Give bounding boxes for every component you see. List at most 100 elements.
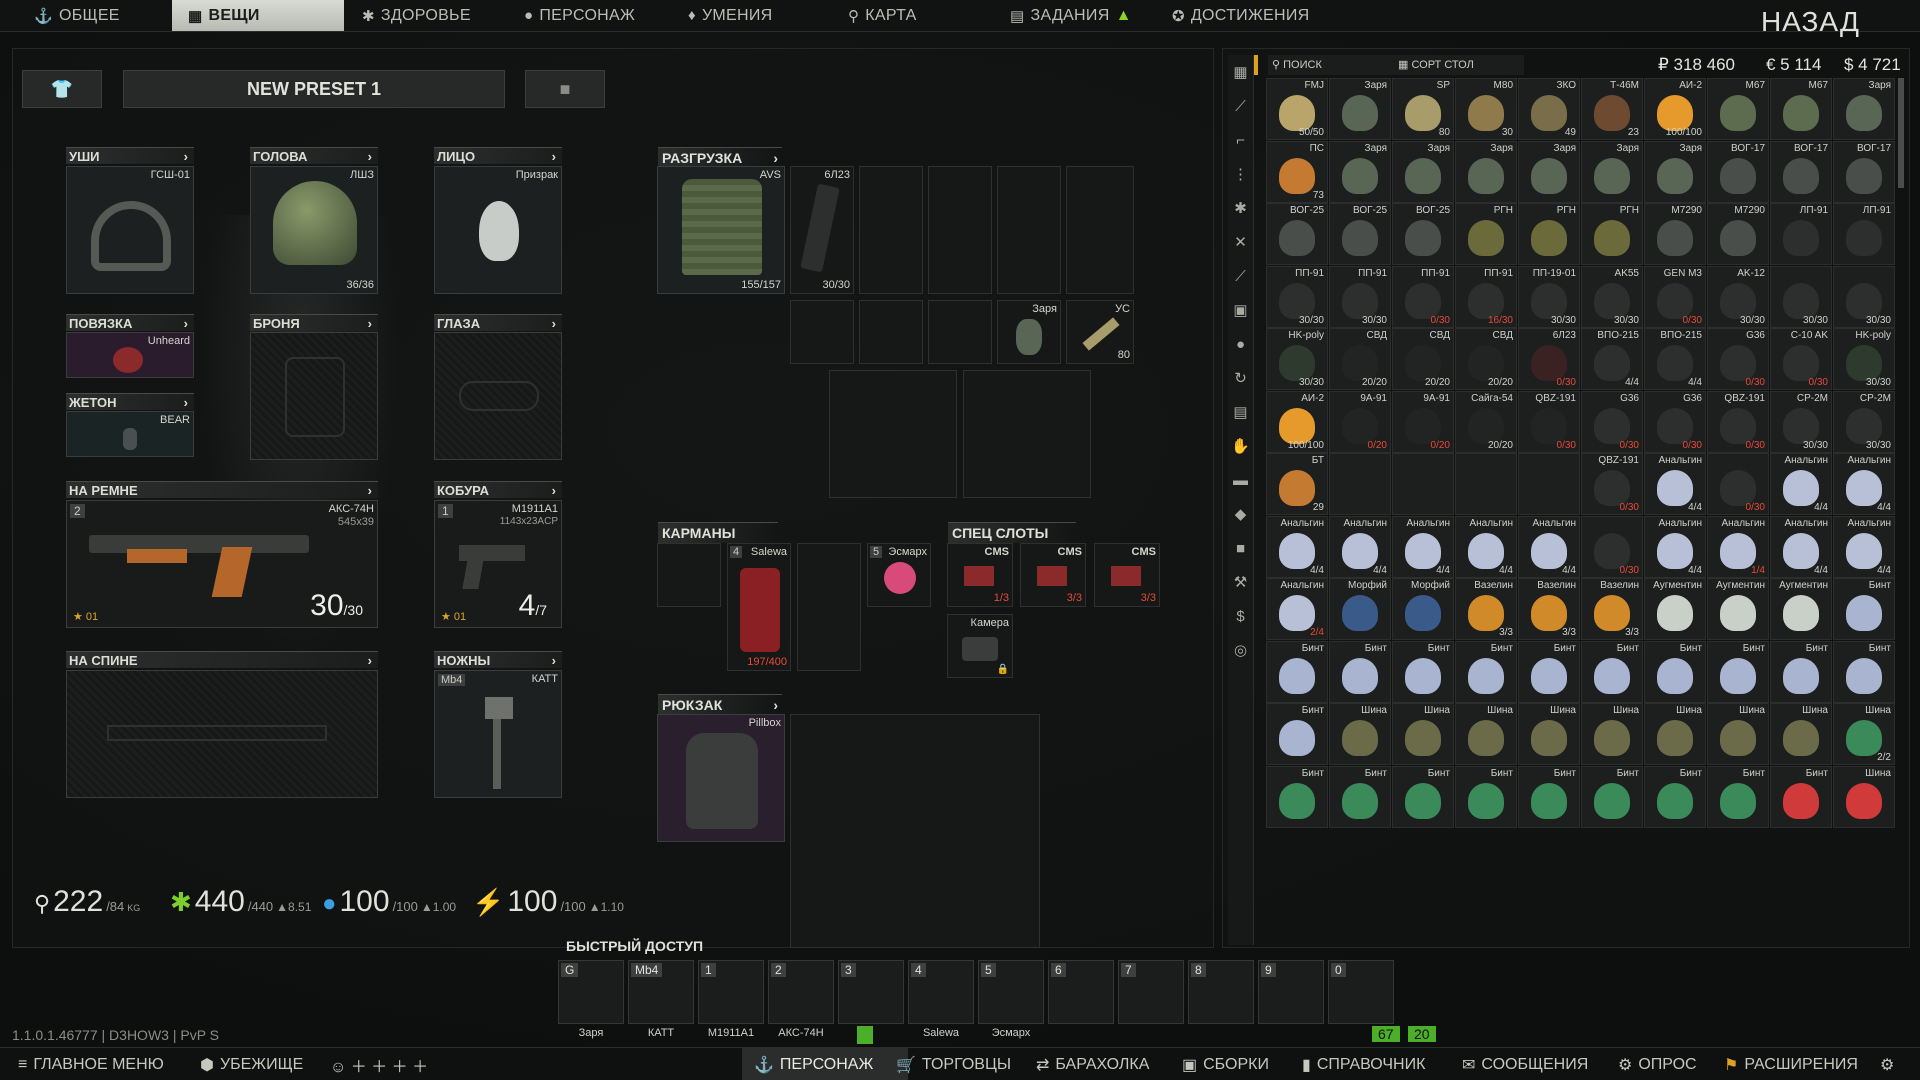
stash-item[interactable]: СВД 20/20 — [1392, 328, 1454, 390]
filter-gear-icon[interactable]: ▤ — [1228, 395, 1253, 429]
stash-item[interactable]: Заря — [1644, 140, 1706, 203]
backpack-slot[interactable]: Pillbox — [657, 714, 785, 842]
stash-item[interactable]: 30/30 — [1833, 265, 1895, 328]
stash-item[interactable]: Сайга-54 20/20 — [1455, 390, 1517, 453]
stash-item[interactable]: Бинт — [1644, 640, 1706, 703]
stash-item[interactable]: ВОГ-25 — [1392, 203, 1454, 265]
stash-item[interactable] — [1329, 453, 1391, 515]
stash-item[interactable]: Анальгин 4/4 — [1518, 515, 1580, 578]
quick-slot[interactable]: 1 — [698, 960, 764, 1024]
stash-item[interactable]: Бинт — [1266, 703, 1328, 765]
stash-item[interactable]: Заря — [1455, 140, 1517, 203]
stash-item[interactable]: Бинт — [1329, 640, 1391, 703]
filter-medical-icon[interactable]: ✱ — [1228, 191, 1253, 225]
stash-item[interactable]: Заря — [1392, 140, 1454, 203]
stash-item[interactable]: Шина — [1707, 703, 1769, 765]
stash-item[interactable]: AK55 30/30 — [1581, 265, 1643, 328]
stash-item[interactable]: Анальгин 4/4 — [1329, 515, 1391, 578]
quick-slot[interactable]: 0 — [1328, 960, 1394, 1024]
stash-item[interactable]: Шина — [1329, 703, 1391, 765]
character-button[interactable]: ⚓ ПЕРСОНАЖ — [742, 1048, 908, 1080]
stash-item[interactable]: РГН — [1518, 203, 1580, 265]
stash-item[interactable]: M67 — [1770, 78, 1832, 140]
messages-button[interactable]: ✉ СООБЩЕНИЯ — [1462, 1048, 1588, 1080]
stash-item[interactable]: M67 — [1707, 78, 1769, 140]
filter-armor-icon[interactable]: ◆ — [1228, 497, 1253, 531]
sort-table-button[interactable]: ▦ СОРТ СТОЛ — [1394, 55, 1524, 75]
stash-item[interactable]: Шина — [1455, 703, 1517, 765]
stash-item[interactable]: Морфий — [1392, 578, 1454, 640]
stash-item[interactable]: Бинт — [1266, 640, 1328, 703]
stash-item[interactable]: Анальгин 4/4 — [1833, 453, 1895, 515]
pocket-slot-esmarch[interactable]: 5 Эсмарх — [867, 543, 931, 607]
stash-item[interactable]: Бинт — [1392, 765, 1454, 828]
stash-item[interactable]: Анальгин 4/4 — [1392, 515, 1454, 578]
stash-item[interactable]: Анальгин 4/4 — [1455, 515, 1517, 578]
rig-slot[interactable]: AVS 155/157 — [657, 166, 785, 294]
flea-market-button[interactable]: ⇄ БАРАХОЛКА — [1036, 1048, 1149, 1080]
stash-item[interactable]: 0/30 — [1707, 453, 1769, 515]
stash-item[interactable]: M7290 — [1644, 203, 1706, 265]
stash-item[interactable] — [1518, 453, 1580, 515]
stash-item[interactable]: ВОГ-25 — [1329, 203, 1391, 265]
stash-item[interactable]: Бинт — [1581, 640, 1643, 703]
stash-item[interactable]: Шина — [1392, 703, 1454, 765]
stash-item[interactable]: Вазелин 3/3 — [1455, 578, 1517, 640]
stash-item[interactable]: Бинт — [1581, 765, 1643, 828]
face-slot[interactable]: Призрак — [434, 166, 562, 294]
filter-misc-icon[interactable]: ■ — [1228, 531, 1253, 565]
holster-slot[interactable]: 1 M1911A1 1143x23ACP ★ 01 4/7 — [434, 500, 562, 628]
rig-cell[interactable] — [928, 166, 992, 294]
knife-slot[interactable]: Mb4 КАТТ — [434, 670, 562, 798]
stash-item[interactable]: Заря — [1518, 140, 1580, 203]
filter-grenades-icon[interactable]: ● — [1228, 327, 1253, 361]
filter-knife-icon[interactable]: ⟋ — [1228, 259, 1253, 293]
tab-health[interactable]: ✱ ЗДОРОВЬЕ — [362, 0, 471, 31]
stash-item[interactable]: ВПО-215 4/4 — [1644, 328, 1706, 390]
rig-cell[interactable] — [859, 166, 923, 294]
stash-item[interactable]: ПП-91 30/30 — [1329, 265, 1391, 328]
filter-tools-icon[interactable]: ⚒ — [1228, 565, 1253, 599]
stash-item[interactable]: Анальгин 4/4 — [1770, 453, 1832, 515]
stash-item[interactable]: Вазелин 3/3 — [1518, 578, 1580, 640]
stash-item[interactable]: ЗКО 49 — [1518, 78, 1580, 140]
quick-slot[interactable]: 6 — [1048, 960, 1114, 1024]
rig-cell[interactable] — [790, 300, 854, 364]
armor-slot[interactable] — [250, 332, 378, 460]
dogtag-slot[interactable]: BEAR — [66, 411, 194, 457]
filter-mods-icon[interactable]: ↻ — [1228, 361, 1253, 395]
stash-item[interactable]: АИ-2 100/100 — [1644, 78, 1706, 140]
stash-item[interactable]: 9А-91 0/20 — [1329, 390, 1391, 453]
stash-item[interactable] — [1392, 453, 1454, 515]
rig-cell[interactable] — [997, 166, 1061, 294]
group-icon[interactable]: ☺ ＋ ＋ ＋ ＋ — [330, 1048, 428, 1080]
filter-pistols-icon[interactable]: ⌐ — [1228, 123, 1253, 157]
preset-menu-button[interactable]: 👕 — [22, 70, 102, 108]
stash-item[interactable]: Бинт — [1707, 765, 1769, 828]
stash-item[interactable]: QBZ-191 0/30 — [1707, 390, 1769, 453]
stash-item[interactable]: G36 0/30 — [1644, 390, 1706, 453]
stash-item[interactable]: Бинт — [1455, 640, 1517, 703]
quick-slot[interactable]: 5 — [978, 960, 1044, 1024]
tab-achievements[interactable]: ✪ ДОСТИЖЕНИЯ — [1172, 0, 1310, 31]
hideout-button[interactable]: ⬢ УБЕЖИЩЕ — [200, 1048, 303, 1080]
stash-item[interactable]: Шина — [1833, 765, 1895, 828]
rig-cell[interactable] — [859, 300, 923, 364]
stash-item[interactable]: Шина — [1644, 703, 1706, 765]
stash-item[interactable]: G36 0/30 — [1581, 390, 1643, 453]
stash-item[interactable] — [1455, 453, 1517, 515]
stash-item[interactable]: Бинт — [1518, 765, 1580, 828]
stash-item[interactable]: Анальгин 4/4 — [1266, 515, 1328, 578]
special-slot-cms[interactable]: CMS 1/3 — [947, 543, 1013, 607]
stash-item[interactable]: Бинт — [1770, 640, 1832, 703]
stash-item[interactable]: Бинт — [1329, 765, 1391, 828]
stash-item[interactable]: Аугментин — [1644, 578, 1706, 640]
stash-item[interactable]: 30/30 — [1770, 265, 1832, 328]
stash-item[interactable]: ВПО-215 4/4 — [1581, 328, 1643, 390]
stash-item[interactable]: СВД 20/20 — [1329, 328, 1391, 390]
rig-cell-large[interactable] — [829, 370, 957, 498]
stash-item[interactable]: Бинт — [1707, 640, 1769, 703]
stash-item[interactable]: CP-2M 30/30 — [1770, 390, 1832, 453]
stash-item[interactable]: ВОГ-17 — [1707, 140, 1769, 203]
stash-item[interactable]: Анальгин 4/4 — [1833, 515, 1895, 578]
